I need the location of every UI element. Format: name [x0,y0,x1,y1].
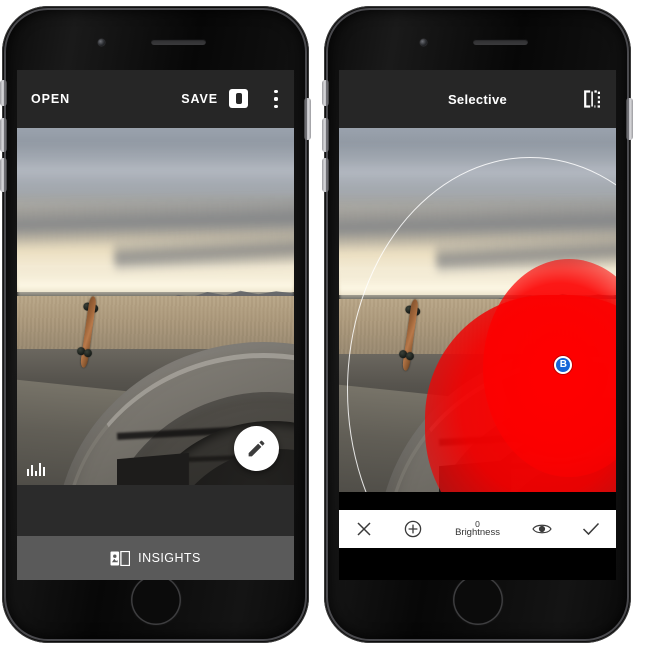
right-phone-power-button[interactable] [626,98,633,140]
book-insights-icon [110,550,131,566]
front-camera-icon [98,39,105,46]
close-x-icon [357,522,371,536]
histogram-icon[interactable] [27,462,46,476]
right-photo-canvas[interactable]: B [339,128,616,492]
save-button[interactable]: SAVE [181,92,218,106]
compare-split-icon[interactable] [582,90,602,108]
left-phone-power-button[interactable] [304,98,311,140]
add-point-icon [404,520,422,538]
pencil-icon [248,440,265,457]
left-topbar: OPEN SAVE [17,70,294,128]
brightness-control-point[interactable]: B [554,355,573,374]
right-topbar: Selective [339,70,616,128]
right-bottom-strip: 0 Brightness [339,492,616,580]
right-phone-ring-switch[interactable] [322,80,329,106]
left-phone-screen: OPEN SAVE INSIGHTS [17,70,294,580]
home-button[interactable] [130,575,181,625]
confirm-button[interactable] [567,522,616,536]
photo-dark-slab [116,453,189,485]
phone-left: OPEN SAVE INSIGHTS [0,6,311,643]
left-bottom-strip: INSIGHTS [17,485,294,580]
eye-preview-icon [532,524,552,534]
selective-toolbar: 0 Brightness [339,510,616,548]
photo-cloud-band-1 [17,142,294,200]
front-camera-icon [420,39,427,46]
earpiece-speaker [472,39,528,45]
left-phone-volume-down[interactable] [0,158,7,192]
page-title: Selective [447,91,508,107]
add-point-button[interactable] [388,520,437,538]
parameter-readout: 0 Brightness [438,519,517,539]
parameter-name: Brightness [455,527,500,539]
insights-button[interactable]: INSIGHTS [17,536,294,580]
left-phone-volume-up[interactable] [0,118,7,152]
earpiece-speaker [150,39,206,45]
right-phone-volume-up[interactable] [322,118,329,152]
preview-button[interactable] [517,522,566,536]
insights-label: INSIGHTS [138,551,201,565]
checkmark-icon [583,522,600,536]
left-phone-ring-switch[interactable] [0,80,7,106]
left-photo-canvas[interactable] [17,128,294,485]
right-phone-volume-down[interactable] [322,158,329,192]
close-button[interactable] [339,521,388,537]
home-button[interactable] [452,575,503,625]
open-button[interactable]: OPEN [31,92,70,106]
kebab-menu-icon[interactable] [274,90,278,108]
phone-right: Selective B 0 Brightness [322,6,633,643]
right-phone-screen: Selective B 0 Brightness [339,70,616,580]
screenshot-root: OPEN SAVE INSIGHTS Selective B 0 Brightn… [0,0,650,649]
edit-fab-button[interactable] [234,426,279,471]
export-badge-icon[interactable] [229,89,248,108]
